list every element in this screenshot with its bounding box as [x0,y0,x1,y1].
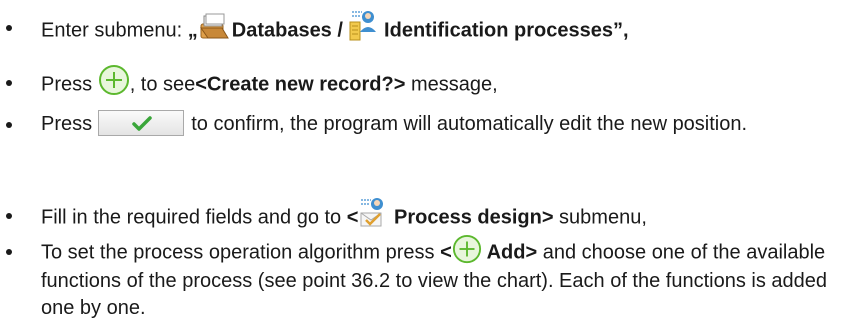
add-label: Add> [481,241,538,264]
identification-label: Identification processes [384,19,614,42]
open-bracket: < [346,206,359,229]
step-prefix: Enter submenu: [41,19,188,42]
bullet [6,25,12,31]
step-text: Fill in the required fields and go to < … [41,198,845,234]
step-prefix: Press [41,113,98,135]
checkmark-button-icon [97,109,184,136]
step-prefix: To set the process operation algorithm p… [41,241,441,264]
step-suffix: message, [405,73,498,96]
add-circle-icon [98,64,130,96]
bullet [6,213,12,219]
step-suffix: to confirm, the program will automatical… [185,113,748,135]
step-text: Press to confirm, the program will autom… [41,109,845,138]
open-quote: „ [187,19,198,42]
process-design-icon [358,196,388,228]
open-bracket: < [440,241,452,264]
close-quote: ”, [613,19,629,42]
databases-label: Databases / [231,19,343,42]
bullet [6,80,12,86]
bullet [6,122,12,128]
add-circle-icon [452,234,482,264]
step-suffix: submenu, [553,206,647,229]
database-folder-icon [198,12,232,42]
step-text: Press , to see<Create new record?> messa… [41,65,845,101]
step-text: To set the process operation algorithm p… [41,234,845,322]
step-prefix: Fill in the required fields and go to [41,206,347,229]
step-text: Enter submenu: „ Databases / Identificat… [41,11,845,48]
step-prefix: Press [41,73,98,96]
bullet [6,249,12,255]
process-design-label: Process design> [388,206,554,229]
identification-process-icon [348,8,378,42]
message-text: <Create new record?> [195,73,406,96]
step-middle: , to see [129,73,196,96]
